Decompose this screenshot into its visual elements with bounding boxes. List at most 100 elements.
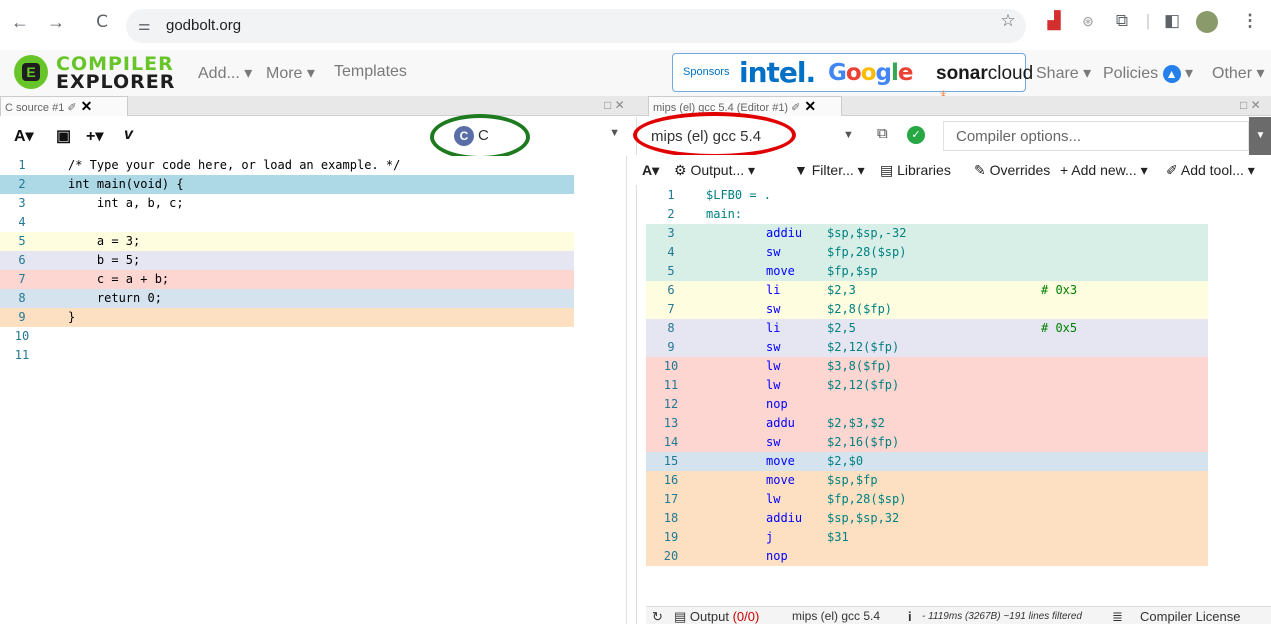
compiler-subtoolbar: A▾ ⚙ Output... ▾ ▼ Filter... ▾ ▤ Librari… [636,155,1271,185]
output-button[interactable]: ▤ Output (0/0) [674,609,759,625]
sidepanel-icon[interactable]: ◧ [1162,11,1182,31]
assembly-output[interactable]: 1 $LFB0 = . 2 main: 3 addiu $sp,$sp,-32 4 sw $fp,… [646,186,1271,606]
star-icon[interactable]: ☆ [998,11,1018,31]
more-menu[interactable]: More ▾ [266,63,315,83]
asm-line[interactable]: 20 nop [646,547,1208,566]
forward-icon[interactable]: → [44,12,68,33]
font-size-button[interactable]: A▾ [642,162,659,179]
code-line[interactable]: 9} [0,308,574,327]
line-number: 6 [18,253,26,267]
extension-icon[interactable]: ⊛ [1078,11,1098,31]
asm-line[interactable]: 16 move $sp,$fp [646,471,1208,490]
compiler-options-input[interactable]: Compiler options... [943,121,1249,151]
asm-line[interactable]: 10 lw $3,8($fp) [646,357,1208,376]
code-line[interactable]: 6 b = 5; [0,251,574,270]
maximize-icon[interactable]: □ ✕ [604,98,625,112]
edit-icon: ✐ [67,102,77,114]
libraries-button[interactable]: ▤ Libraries [880,162,951,179]
asm-operands: $2,8($fp) [827,302,893,316]
add-menu[interactable]: Add... ▾ [198,63,252,83]
address-bar[interactable]: ⚌ godbolt.org [126,9,1026,43]
code-line[interactable]: 5 a = 3; [0,232,574,251]
logo-icon[interactable]: E [14,55,48,89]
code-line[interactable]: 3 int a, b, c; [0,194,574,213]
other-menu[interactable]: Other ▾ [1212,63,1265,83]
line-number: 1 [667,188,675,202]
pane-splitter-right[interactable] [636,185,646,624]
asm-operands: $2,5 [827,321,856,335]
policies-menu[interactable]: Policies ▲ ▾ [1103,63,1193,83]
add-tool-menu[interactable]: ✐ Add tool... ▾ [1166,162,1255,179]
asm-line[interactable]: 12 nop [646,395,1208,414]
code-line[interactable]: 11 [0,346,574,365]
status-ok-icon: ✓ [907,126,925,144]
asm-line[interactable]: 5 move $fp,$sp [646,262,1208,281]
asm-mnemonic: sw [766,245,781,259]
back-icon[interactable]: ← [8,12,32,33]
annotation-red-circle [633,112,796,158]
line-number: 9 [667,340,675,354]
asm-line[interactable]: 9 sw $2,12($fp) [646,338,1208,357]
code-line[interactable]: 4 [0,213,574,232]
add-pane-button[interactable]: +▾ [86,126,103,146]
asm-operands: $2,16($fp) [827,435,900,449]
sponsors-label: Sponsors [683,66,730,78]
options-dropdown-icon[interactable]: ▼ [1249,117,1271,155]
share-menu[interactable]: Share ▾ [1036,63,1091,83]
save-icon[interactable]: ▣ [56,126,71,146]
code-line[interactable]: 10 [0,327,574,346]
puzzle-icon[interactable]: ⧉ [1112,11,1132,31]
asm-label: $LFB0 = . [706,188,772,202]
sponsors-banner[interactable]: Sponsors intel. Google sonarcloud ♁ [672,53,1033,106]
asm-line[interactable]: 6 li $2,3 # 0x3 [646,281,1208,300]
overrides-button[interactable]: ✎ Overrides [974,162,1050,179]
pane-splitter[interactable] [626,156,636,624]
asm-line[interactable]: 13 addu $2,$3,$2 [646,414,1208,433]
kebab-menu-icon[interactable]: ⋮ [1240,11,1260,31]
font-size-button[interactable]: A▾ [14,126,34,146]
asm-line[interactable]: 1 $LFB0 = . [646,186,1208,205]
vim-icon[interactable]: v [124,126,133,144]
code-line[interactable]: 8 return 0; [0,289,574,308]
code-line[interactable]: 1 /* Type your code here, or load an exam… [0,156,574,175]
logo-text-bottom[interactable]: EXPLORER [56,71,175,93]
tab-c-source[interactable]: C source #1 ✐ ✕ [0,96,128,116]
asm-operands: $fp,28($sp) [827,245,907,259]
intel-logo[interactable]: intel. [739,56,816,89]
asm-line[interactable]: 2 main: [646,205,1208,224]
asm-line[interactable]: 8 li $2,5 # 0x5 [646,319,1208,338]
asm-line[interactable]: 3 addiu $sp,$sp,-32 [646,224,1208,243]
browser-toolbar: ← → C ⚌ godbolt.org ☆ ▟ ⊛ ⧉ | ◧ ⋮ [0,0,1271,50]
chevron-down-icon: ▼ [843,129,854,141]
asm-line[interactable]: 7 sw $2,8($fp) [646,300,1208,319]
add-new-menu[interactable]: + Add new... ▾ [1060,162,1148,179]
source-editor[interactable]: 1 /* Type your code here, or load an exam… [0,156,636,624]
asm-line[interactable]: 17 lw $fp,28($sp) [646,490,1208,509]
templates-link[interactable]: Templates [334,63,407,81]
asm-line[interactable]: 14 sw $2,16($fp) [646,433,1208,452]
asm-line[interactable]: 18 addiu $sp,$sp,32 [646,509,1208,528]
line-number: 7 [18,272,26,286]
maximize-icon-right[interactable]: □ ✕ [1240,98,1261,112]
line-number: 3 [667,226,675,240]
compiler-license-link[interactable]: Compiler License [1140,609,1240,624]
line-number: 9 [18,310,26,324]
asm-line[interactable]: 11 lw $2,12($fp) [646,376,1208,395]
output-menu[interactable]: ⚙ Output... ▾ [674,162,755,179]
asm-line[interactable]: 4 sw $fp,28($sp) [646,243,1208,262]
info-icon[interactable]: i [908,609,912,624]
code-line[interactable]: 2 int main(void) { [0,175,574,194]
asm-line[interactable]: 15 move $2,$0 [646,452,1208,471]
recompile-icon[interactable]: ↻ [652,609,663,625]
pdf-extension-icon[interactable]: ▟ [1044,11,1064,31]
line-number: 11 [14,348,30,362]
reload-icon[interactable]: C [90,12,114,32]
avatar[interactable] [1196,11,1218,33]
asm-line[interactable]: 19 j $31 [646,528,1208,547]
code-line[interactable]: 7 c = a + b; [0,270,574,289]
license-icon[interactable]: ≣ [1112,609,1123,625]
filter-menu[interactable]: ▼ Filter... ▾ [794,162,865,179]
site-settings-icon[interactable]: ⚌ [138,17,151,34]
google-logo[interactable]: Google [828,60,913,86]
popout-icon[interactable]: ⧉ [877,125,888,142]
